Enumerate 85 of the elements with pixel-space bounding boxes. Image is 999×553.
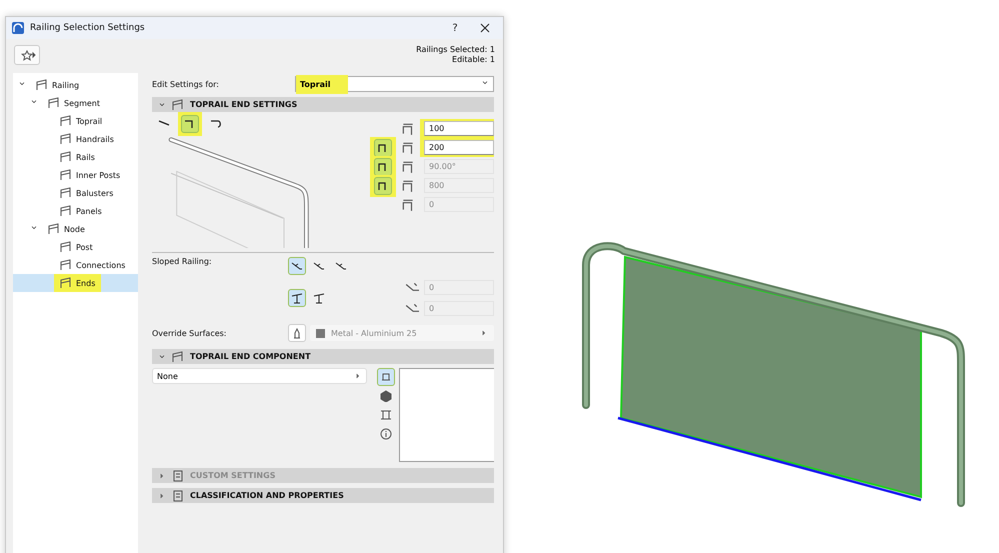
tree-item[interactable]: Railing	[13, 76, 138, 94]
tree-item-label: Toprail	[76, 116, 102, 126]
close-icon	[480, 23, 490, 33]
tree-item-label: Ends	[76, 278, 96, 288]
info-icon	[380, 428, 392, 440]
railing-part-icon	[60, 277, 72, 289]
end-shape-icon	[210, 118, 222, 130]
tree-item[interactable]: Ends	[13, 274, 138, 292]
end-option-button[interactable]	[374, 138, 392, 156]
railing-part-icon	[172, 98, 184, 110]
railing-part-icon	[60, 187, 72, 199]
tree-item[interactable]: Node	[13, 220, 138, 238]
slope-option[interactable]	[288, 289, 306, 307]
railing-part-icon	[60, 241, 72, 253]
tree-item-label: Segment	[64, 98, 100, 108]
railing-part-icon	[60, 115, 72, 127]
component-list-item[interactable]: None	[152, 368, 367, 384]
tree-item[interactable]: Segment	[13, 94, 138, 112]
dimension-field[interactable]: 200	[424, 140, 494, 155]
app-logo-icon	[12, 22, 24, 34]
railing-part-icon	[60, 133, 72, 145]
railing-part-icon	[60, 259, 72, 271]
railing-part-icon	[36, 79, 48, 91]
tree-item-label: Railing	[52, 80, 80, 90]
material-swatch	[316, 328, 325, 338]
tree-item-label: Connections	[76, 260, 126, 270]
railing-part-icon	[48, 223, 60, 235]
slope-shape-icon	[313, 260, 325, 272]
sloped-railing-label: Sloped Railing:	[152, 257, 213, 268]
slope-post-icon	[313, 292, 325, 304]
tree-item[interactable]: Toprail	[13, 112, 138, 130]
dimension-field[interactable]: 100	[424, 121, 494, 136]
triangle-right-icon	[158, 492, 166, 500]
railing-part-icon	[48, 97, 60, 109]
end-type-option[interactable]	[181, 115, 199, 133]
tree-item[interactable]: Balusters	[13, 184, 138, 202]
slope-option[interactable]	[288, 257, 306, 275]
section-icon	[380, 409, 392, 421]
triangle-right-icon	[480, 329, 488, 337]
chevron-down-icon	[18, 80, 26, 88]
tree-item[interactable]: Connections	[13, 256, 138, 274]
window-title: Railing Selection Settings	[30, 23, 146, 33]
railing-part-icon	[60, 169, 72, 181]
tree-item[interactable]: Inner Posts	[13, 166, 138, 184]
help-button[interactable]: ?	[443, 22, 467, 34]
triangle-down-icon	[158, 100, 166, 108]
section-header[interactable]: TOPRAIL END SETTINGS	[152, 97, 494, 112]
chevron-down-icon	[30, 98, 38, 106]
favorites-button[interactable]	[14, 45, 40, 65]
cube-icon	[380, 390, 392, 402]
tree-item-label: Balusters	[76, 188, 114, 198]
tree-item[interactable]: Handrails	[13, 130, 138, 148]
tree-item-label: Post	[76, 242, 93, 252]
tree-item-label: Node	[64, 224, 85, 234]
tree-item-label: Rails	[76, 152, 95, 162]
slope-post-icon	[291, 292, 303, 304]
chevron-down-icon	[30, 224, 38, 232]
edit-settings-dropdown[interactable]: Toprail	[295, 76, 494, 92]
railing-part-icon	[172, 350, 184, 362]
triangle-right-icon	[354, 372, 362, 380]
chevron-down-icon	[481, 79, 489, 87]
selected-count: Railings Selected: 1	[416, 45, 495, 55]
view-mode-button[interactable]	[377, 368, 395, 386]
document-icon	[172, 490, 184, 502]
document-icon	[172, 470, 184, 482]
triangle-right-icon	[158, 472, 166, 480]
slope-shape-icon	[291, 260, 303, 272]
tree-item-label: Panels	[76, 206, 102, 216]
paint-bucket-icon	[291, 327, 303, 339]
override-toggle-button[interactable]	[288, 324, 306, 342]
slope-shape-icon	[335, 260, 347, 272]
edit-settings-label: Edit Settings for:	[152, 80, 219, 88]
tree-item[interactable]: Panels	[13, 202, 138, 220]
railing-part-icon	[60, 151, 72, 163]
editable-count: Editable: 1	[452, 55, 495, 65]
tree-item-label: Handrails	[76, 134, 114, 144]
tree-item[interactable]: Post	[13, 238, 138, 256]
section-header[interactable]: TOPRAIL END COMPONENT	[152, 349, 494, 364]
tree-item-label: Inner Posts	[76, 170, 120, 180]
override-surfaces-label: Override Surfaces:	[152, 328, 228, 338]
tree-item[interactable]: Rails	[13, 148, 138, 166]
railing-part-icon	[60, 205, 72, 217]
section-header[interactable]: CLASSIFICATION AND PROPERTIES	[152, 488, 494, 503]
triangle-down-icon	[158, 352, 166, 360]
floor-plan-icon	[380, 371, 392, 383]
